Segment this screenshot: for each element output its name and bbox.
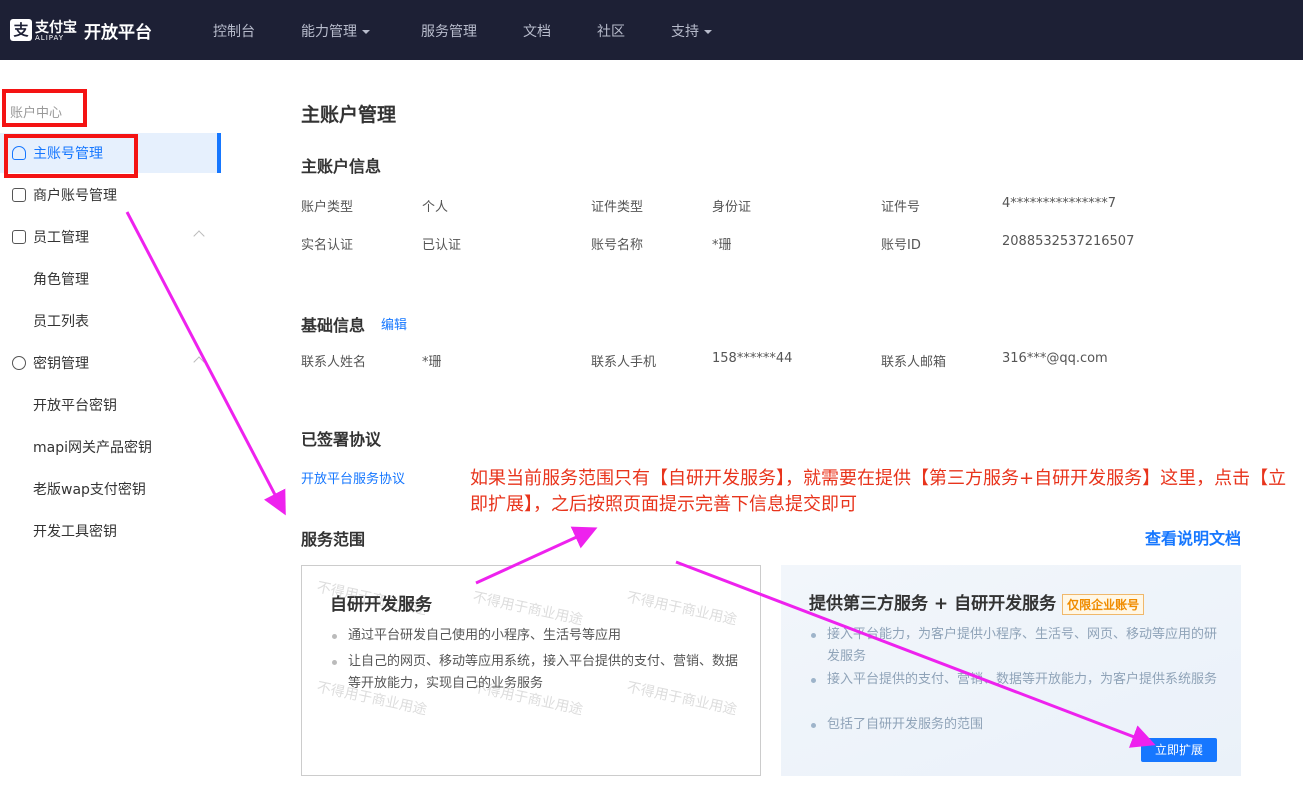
field-label: 联系人邮箱 <box>881 355 947 370</box>
account-info-title: 主账户信息 <box>301 157 382 176</box>
chevron-up-icon <box>193 230 205 242</box>
field-label: 证件类型 <box>591 200 644 215</box>
nav-support[interactable]: 支持 <box>671 21 712 41</box>
alipay-logo-icon[interactable]: 支 <box>10 19 32 41</box>
key-icon <box>12 356 26 370</box>
field-label: 账号ID <box>881 238 921 253</box>
sidebar-item-wap-key[interactable]: 老版wap支付密钥 <box>0 469 221 509</box>
annotation-text: 如果当前服务范围只有【自研开发服务】，就需要在提供【第三方服务+自研开发服务】这… <box>470 468 1287 515</box>
sidebar-item-keys[interactable]: 密钥管理 <box>0 343 221 383</box>
field-label: 账户类型 <box>301 200 354 215</box>
edit-link[interactable]: 编辑 <box>381 314 407 333</box>
field-value: 已认证 <box>422 238 462 253</box>
logo-subtext: ALIPAY <box>35 34 65 42</box>
nav-capability[interactable]: 能力管理 <box>301 21 370 41</box>
chevron-up-icon <box>193 356 205 368</box>
field-value: *珊 <box>422 355 442 370</box>
sidebar-item-staff-list[interactable]: 员工列表 <box>0 301 221 341</box>
field-value: *珊 <box>712 238 732 253</box>
third-party-card[interactable]: 提供第三方服务 + 自研开发服务 仅限企业账号 接入平台能力，为客户提供小程序、生… <box>781 565 1241 776</box>
field-value: 158******44 <box>712 351 793 366</box>
nav-service[interactable]: 服务管理 <box>421 21 477 41</box>
main-content: 主账户管理 主账户信息 账户类型 个人 证件类型 身份证 证件号 4******… <box>221 60 1303 808</box>
platform-title[interactable]: 开放平台 <box>84 18 152 43</box>
basic-info-title: 基础信息 <box>301 316 366 335</box>
field-value: 316***@qq.com <box>1002 351 1108 366</box>
field-label: 联系人姓名 <box>301 355 367 370</box>
nav-console[interactable]: 控制台 <box>213 21 255 41</box>
bullet: 接入平台能力，为客户提供小程序、生活号、网页、移动等应用的研发服务 <box>811 624 1227 668</box>
nav-docs[interactable]: 文档 <box>523 21 551 41</box>
bullet: 接入平台提供的支付、营销、数据等开放能力，为客户提供系统服务 <box>811 669 1227 691</box>
field-value: 2088532537216507 <box>1002 234 1135 249</box>
bullet: 让自己的网页、移动等应用系统，接入平台提供的支付、营销、数据等开放能力，实现自己… <box>332 651 748 695</box>
field-value: 个人 <box>422 200 449 215</box>
sidebar-item-roles[interactable]: 角色管理 <box>0 259 221 299</box>
enterprise-only-tag: 仅限企业账号 <box>1062 593 1145 615</box>
field-label: 实名认证 <box>301 238 354 253</box>
field-value: 4***************7 <box>1002 196 1117 211</box>
self-dev-card[interactable]: 不得用于商业用途 不得用于商业用途 不得用于商业用途 不得用于商业用途 不得用于… <box>301 565 761 776</box>
field-label: 联系人手机 <box>591 355 657 370</box>
field-value: 身份证 <box>712 200 752 215</box>
staff-icon <box>12 230 26 244</box>
card-title: 提供第三方服务 + 自研开发服务 仅限企业账号 <box>809 589 1145 615</box>
expand-now-button[interactable]: 立即扩展 <box>1141 738 1217 762</box>
watermark: 不得用于商业用途 <box>625 589 739 629</box>
watermark: 不得用于商业用途 <box>471 589 585 629</box>
caret-down-icon <box>362 30 370 34</box>
nav-community[interactable]: 社区 <box>597 21 625 41</box>
sidebar-item-merchant-account[interactable]: 商户账号管理 <box>0 175 221 215</box>
bullet: 包括了自研开发服务的范围 <box>811 714 1227 736</box>
agreements-title: 已签署协议 <box>301 430 382 449</box>
field-label: 账号名称 <box>591 238 644 253</box>
caret-down-icon <box>704 30 712 34</box>
highlight-box <box>4 134 138 178</box>
merchant-icon <box>12 188 26 202</box>
scope-title: 服务范围 <box>301 530 366 549</box>
highlight-box <box>2 89 87 127</box>
card-title: 自研开发服务 <box>330 595 432 615</box>
sidebar-item-mapi-key[interactable]: mapi网关产品密钥 <box>0 427 221 467</box>
top-nav: 支 支付宝 ALIPAY 开放平台 控制台 能力管理 服务管理 文档 社区 支持 <box>0 0 1303 60</box>
agreement-link[interactable]: 开放平台服务协议 <box>301 468 405 487</box>
sidebar-item-staff[interactable]: 员工管理 <box>0 217 221 257</box>
view-docs-link[interactable]: 查看说明文档 <box>1145 525 1241 549</box>
sidebar-item-open-key[interactable]: 开放平台密钥 <box>0 385 221 425</box>
bullet: 通过平台研发自己使用的小程序、生活号等应用 <box>332 625 748 647</box>
page-title: 主账户管理 <box>301 104 397 126</box>
sidebar-item-devtool-key[interactable]: 开发工具密钥 <box>0 511 221 551</box>
field-label: 证件号 <box>881 200 921 215</box>
